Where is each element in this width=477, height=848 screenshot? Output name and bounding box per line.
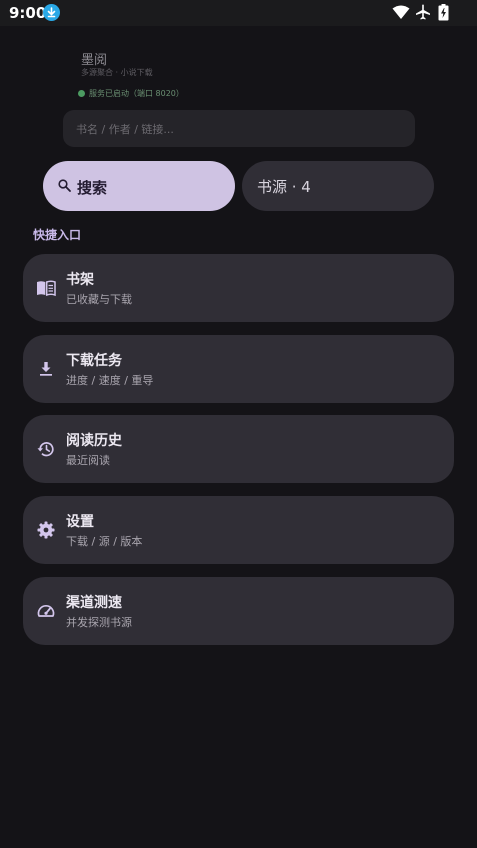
source-button[interactable]: 书源 · 4 xyxy=(242,161,434,211)
status-bar: 9:00 xyxy=(0,0,477,26)
quick-item-subtitle: 已收藏与下载 xyxy=(66,293,132,306)
quick-item-subtitle: 并发探测书源 xyxy=(66,616,132,629)
search-input[interactable]: 书名 / 作者 / 链接... xyxy=(63,110,415,147)
status-time: 9:00 xyxy=(9,4,47,22)
quick-item-downloads[interactable]: 下载任务 进度 / 速度 / 重导 xyxy=(23,335,454,403)
app-title: 墨阅 xyxy=(81,53,108,68)
quick-item-title: 下载任务 xyxy=(66,353,122,369)
gear-icon xyxy=(37,521,55,539)
book-open-icon xyxy=(37,280,56,297)
quick-item-title: 书架 xyxy=(66,272,94,288)
server-status-text: 服务已启动（端口 8020） xyxy=(89,89,184,98)
server-status: 服务已启动（端口 8020） xyxy=(78,88,184,99)
quick-item-settings[interactable]: 设置 下载 / 源 / 版本 xyxy=(23,496,454,564)
battery-charging-icon xyxy=(438,4,449,21)
quick-item-title: 渠道测速 xyxy=(66,595,122,611)
download-icon xyxy=(40,362,52,376)
quick-item-title: 阅读历史 xyxy=(66,433,122,449)
quick-item-subtitle: 下载 / 源 / 版本 xyxy=(66,535,143,548)
quick-item-speedtest[interactable]: 渠道测速 并发探测书源 xyxy=(23,577,454,645)
quick-item-subtitle: 进度 / 速度 / 重导 xyxy=(66,374,154,387)
search-placeholder: 书名 / 作者 / 链接... xyxy=(76,123,174,136)
history-icon xyxy=(37,442,54,457)
download-notification-icon xyxy=(43,4,60,21)
quick-item-title: 设置 xyxy=(66,514,94,530)
wifi-icon xyxy=(392,5,410,19)
quick-access-label: 快捷入口 xyxy=(33,228,82,242)
quick-item-subtitle: 最近阅读 xyxy=(66,454,110,467)
status-dot-icon xyxy=(78,90,85,97)
search-button-label: 搜索 xyxy=(77,179,108,197)
source-button-label: 书源 · 4 xyxy=(257,178,311,196)
quick-item-bookshelf[interactable]: 书架 已收藏与下载 xyxy=(23,254,454,322)
airplane-mode-icon xyxy=(416,4,430,20)
quick-item-history[interactable]: 阅读历史 最近阅读 xyxy=(23,415,454,483)
app-subtitle: 多源聚合 · 小说下载 xyxy=(81,68,153,77)
search-icon xyxy=(58,179,71,192)
search-button[interactable]: 搜索 xyxy=(43,161,235,211)
speedometer-icon xyxy=(37,605,55,617)
